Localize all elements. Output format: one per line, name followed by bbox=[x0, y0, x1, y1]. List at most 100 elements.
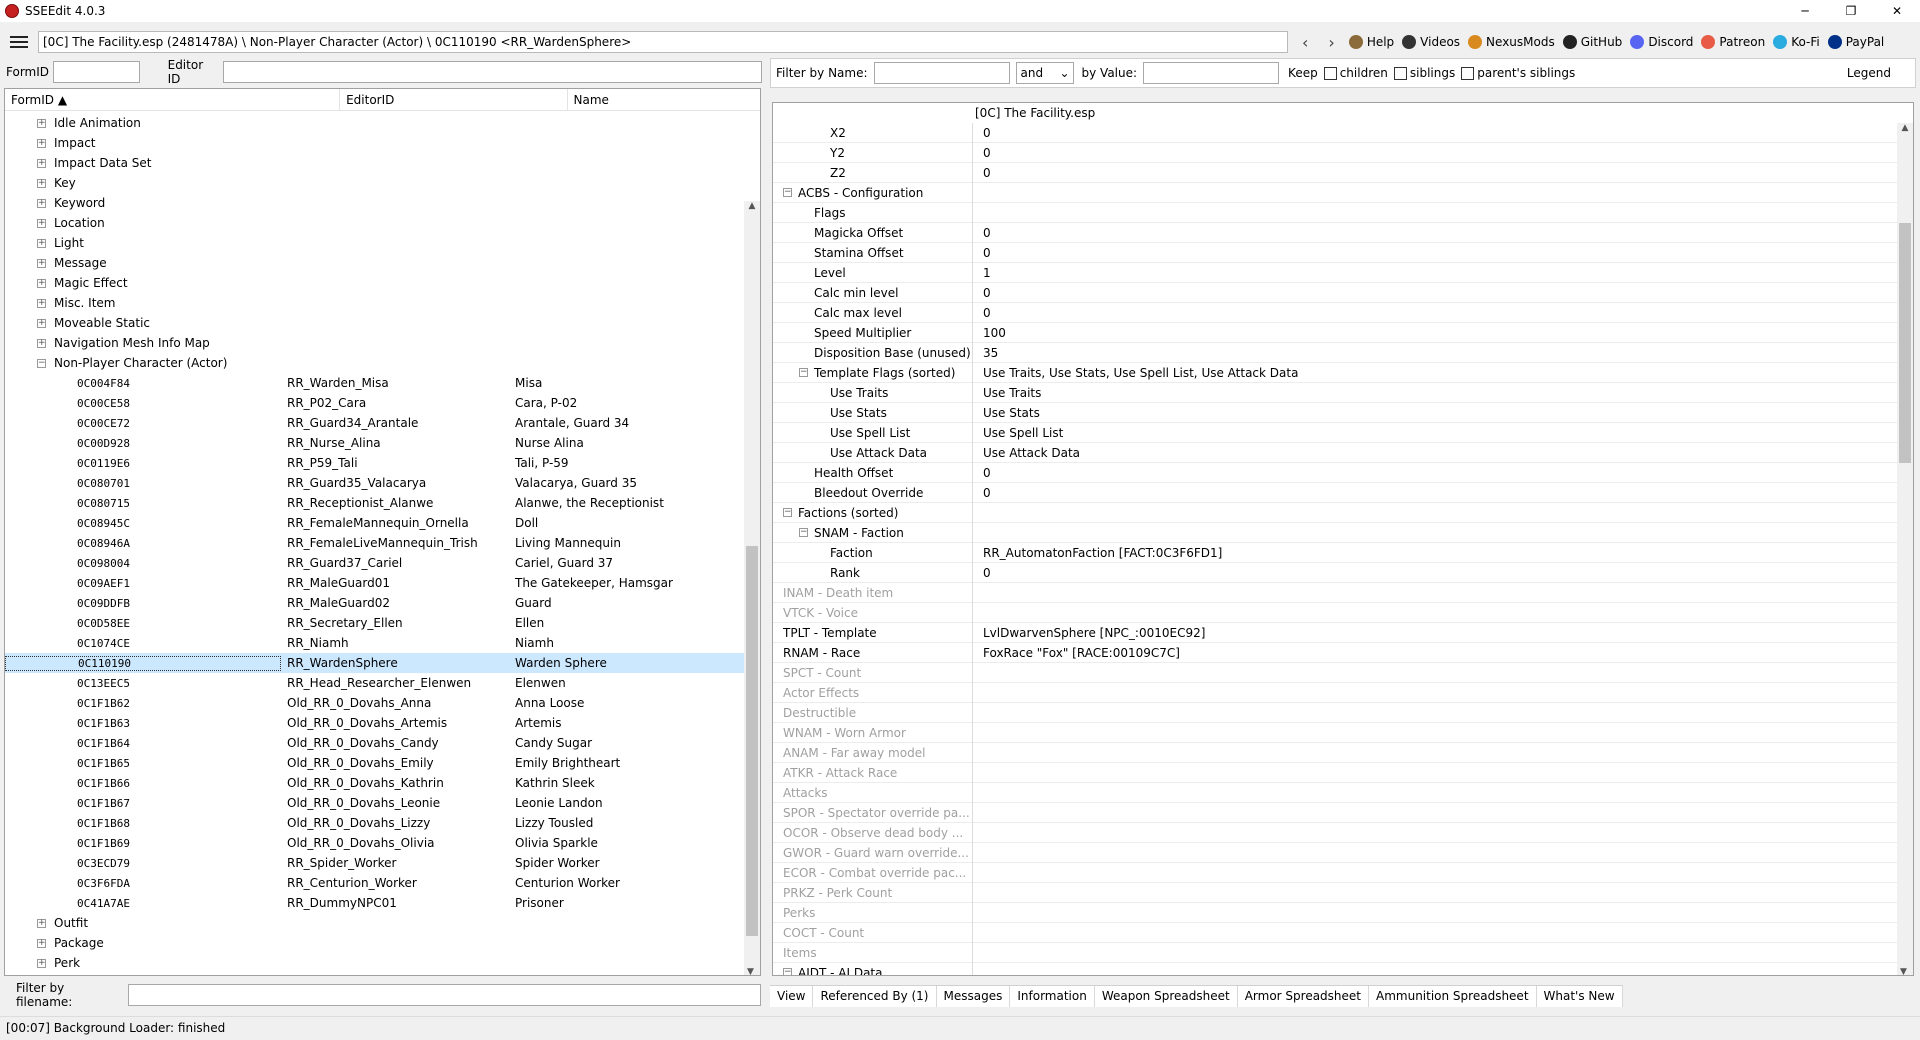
record-value[interactable]: 100 bbox=[973, 326, 1006, 340]
tree-category-row[interactable]: − Non-Player Character (Actor) bbox=[5, 353, 745, 373]
record-value[interactable]: 0 bbox=[973, 146, 991, 160]
expand-icon[interactable]: + bbox=[37, 198, 46, 208]
tree-category-row[interactable]: + Idle Animation bbox=[5, 113, 745, 133]
record-value[interactable]: Use Traits bbox=[973, 386, 1041, 400]
record-row[interactable]: Use Traits Use Traits bbox=[773, 382, 1897, 403]
collapse-icon[interactable]: − bbox=[783, 968, 792, 975]
tree-category-row[interactable]: + Perk bbox=[5, 953, 745, 973]
record-row[interactable]: SPCT - Count bbox=[773, 662, 1897, 683]
siblings-checkbox[interactable] bbox=[1393, 66, 1407, 80]
tree-category-row[interactable]: + Magic Effect bbox=[5, 273, 745, 293]
record-value[interactable]: 0 bbox=[973, 126, 991, 140]
npc-row[interactable]: 0C1F1B66 Old_RR_0_Dovahs_Kathrin Kathrin S… bbox=[5, 773, 745, 793]
npc-row[interactable]: 0C0119E6 RR_P59_Tali Tali, P-59 bbox=[5, 453, 745, 473]
editorid-input[interactable] bbox=[222, 61, 762, 83]
column-header-name[interactable]: Name bbox=[568, 89, 761, 110]
record-row[interactable]: Perks bbox=[773, 902, 1897, 923]
link-github[interactable]: GitHub bbox=[1562, 35, 1622, 49]
record-row[interactable]: ECOR - Combat override pac... bbox=[773, 862, 1897, 883]
expand-icon[interactable]: + bbox=[37, 178, 46, 188]
expand-icon[interactable]: + bbox=[37, 338, 46, 348]
record-row[interactable]: Y2 0 bbox=[773, 142, 1897, 163]
record-value[interactable]: RR_AutomatonFaction [FACT:0C3F6FD1] bbox=[973, 546, 1222, 560]
expand-icon[interactable]: + bbox=[37, 158, 46, 168]
record-row[interactable]: TPLT - Template LvlDwarvenSphere [NPC_:00… bbox=[773, 622, 1897, 643]
npc-row[interactable]: 0C00CE72 RR_Guard34_Arantale Arantale, Gua… bbox=[5, 413, 745, 433]
filter-name-input[interactable] bbox=[873, 62, 1010, 84]
record-value[interactable]: LvlDwarvenSphere [NPC_:0010EC92] bbox=[973, 626, 1205, 640]
expand-icon[interactable]: + bbox=[37, 318, 46, 328]
npc-row[interactable]: 0C3F6FDA RR_Centurion_Worker Centurion Wor… bbox=[5, 873, 745, 893]
scrollbar-thumb[interactable] bbox=[746, 546, 758, 936]
tree-category-row[interactable]: + Key bbox=[5, 173, 745, 193]
record-value[interactable]: Use Attack Data bbox=[973, 446, 1080, 460]
npc-row[interactable]: 0C098004 RR_Guard37_Cariel Cariel, Guard 3… bbox=[5, 553, 745, 573]
record-row[interactable]: Magicka Offset 0 bbox=[773, 222, 1897, 243]
record-row[interactable]: Rank 0 bbox=[773, 562, 1897, 583]
record-row[interactable]: RNAM - Race FoxRace "Fox" [RACE:00109C7C] bbox=[773, 642, 1897, 663]
record-row[interactable]: Z2 0 bbox=[773, 162, 1897, 183]
link-help[interactable]: Help bbox=[1348, 35, 1394, 49]
npc-row[interactable]: 0C1F1B69 Old_RR_0_Dovahs_Olivia Olivia Spa… bbox=[5, 833, 745, 853]
record-row[interactable]: Health Offset 0 bbox=[773, 462, 1897, 483]
collapse-icon[interactable]: − bbox=[799, 368, 808, 377]
tab-what-s-new[interactable]: What's New bbox=[1537, 986, 1623, 1007]
npc-row[interactable]: 0C110190 RR_WardenSphere Warden Sphere bbox=[5, 653, 745, 673]
record-row[interactable]: Calc min level 0 bbox=[773, 282, 1897, 303]
collapse-icon[interactable]: − bbox=[783, 188, 792, 197]
record-row[interactable]: VTCK - Voice bbox=[773, 602, 1897, 623]
link-kofi[interactable]: Ko-Fi bbox=[1773, 35, 1820, 49]
record-row[interactable]: Items bbox=[773, 942, 1897, 963]
tree-category-row[interactable]: + Misc. Item bbox=[5, 293, 745, 313]
tree-category-row[interactable]: + Impact bbox=[5, 133, 745, 153]
expand-icon[interactable]: + bbox=[37, 118, 46, 128]
record-row[interactable]: Level 1 bbox=[773, 262, 1897, 283]
npc-row[interactable]: 0C1074CE RR_Niamh Niamh bbox=[5, 633, 745, 653]
record-row[interactable]: PRKZ - Perk Count bbox=[773, 882, 1897, 903]
record-row[interactable]: INAM - Death item bbox=[773, 582, 1897, 603]
scroll-up-icon[interactable]: ▲ bbox=[1897, 123, 1913, 133]
tree-category-row[interactable]: + Keyword bbox=[5, 193, 745, 213]
expand-icon[interactable]: + bbox=[37, 298, 46, 308]
record-value[interactable]: Use Spell List bbox=[973, 426, 1063, 440]
maximize-button[interactable]: ❐ bbox=[1828, 0, 1874, 22]
formid-input[interactable] bbox=[53, 61, 140, 83]
and-or-select[interactable]: and ⌄ bbox=[1015, 62, 1074, 84]
record-row[interactable]: − AIDT - AI Data bbox=[773, 962, 1897, 975]
npc-row[interactable]: 0C09DDFB RR_MaleGuard02 Guard bbox=[5, 593, 745, 613]
npc-row[interactable]: 0C09AEF1 RR_MaleGuard01 The Gatekeeper, Ha… bbox=[5, 573, 745, 593]
record-value[interactable]: Use Stats bbox=[973, 406, 1040, 420]
npc-row[interactable]: 0C00CE58 RR_P02_Cara Cara, P-02 bbox=[5, 393, 745, 413]
record-value[interactable]: 0 bbox=[973, 166, 991, 180]
link-discord[interactable]: Discord bbox=[1630, 35, 1693, 49]
npc-row[interactable]: 0C1F1B67 Old_RR_0_Dovahs_Leonie Leonie Lan… bbox=[5, 793, 745, 813]
npc-row[interactable]: 0C1F1B65 Old_RR_0_Dovahs_Emily Emily Brigh… bbox=[5, 753, 745, 773]
record-row[interactable]: Flags bbox=[773, 202, 1897, 223]
link-paypal[interactable]: PayPal bbox=[1827, 35, 1884, 49]
record-row[interactable]: Use Spell List Use Spell List bbox=[773, 422, 1897, 443]
expand-icon[interactable]: + bbox=[37, 218, 46, 228]
record-value[interactable]: 0 bbox=[973, 486, 991, 500]
expand-icon[interactable]: + bbox=[37, 938, 46, 948]
tree-category-row[interactable]: + Light bbox=[5, 233, 745, 253]
menu-icon[interactable] bbox=[10, 36, 28, 48]
npc-row[interactable]: 0C00D928 RR_Nurse_Alina Nurse Alina bbox=[5, 433, 745, 453]
parents-siblings-checkbox[interactable] bbox=[1461, 66, 1475, 80]
record-row[interactable]: Bleedout Override 0 bbox=[773, 482, 1897, 503]
collapse-icon[interactable]: − bbox=[783, 508, 792, 517]
record-row[interactable]: OCOR - Observe dead body ... bbox=[773, 822, 1897, 843]
tab-weapon-spreadsheet[interactable]: Weapon Spreadsheet bbox=[1095, 986, 1238, 1007]
record-value[interactable]: 0 bbox=[973, 286, 991, 300]
npc-row[interactable]: 0C1F1B64 Old_RR_0_Dovahs_Candy Candy Sugar bbox=[5, 733, 745, 753]
expand-icon[interactable]: + bbox=[37, 918, 46, 928]
npc-row[interactable]: 0C1F1B63 Old_RR_0_Dovahs_Artemis Artemis bbox=[5, 713, 745, 733]
record-value[interactable]: 0 bbox=[973, 246, 991, 260]
tab-armor-spreadsheet[interactable]: Armor Spreadsheet bbox=[1238, 986, 1369, 1007]
record-value[interactable]: 0 bbox=[973, 566, 991, 580]
record-row[interactable]: Speed Multiplier 100 bbox=[773, 322, 1897, 343]
npc-row[interactable]: 0C1F1B62 Old_RR_0_Dovahs_Anna Anna Loose bbox=[5, 693, 745, 713]
collapse-icon[interactable]: − bbox=[37, 358, 46, 368]
link-nexusmods[interactable]: NexusMods bbox=[1468, 35, 1555, 49]
tab-information[interactable]: Information bbox=[1010, 986, 1095, 1007]
scroll-down-icon[interactable]: ▼ bbox=[1900, 967, 1907, 975]
